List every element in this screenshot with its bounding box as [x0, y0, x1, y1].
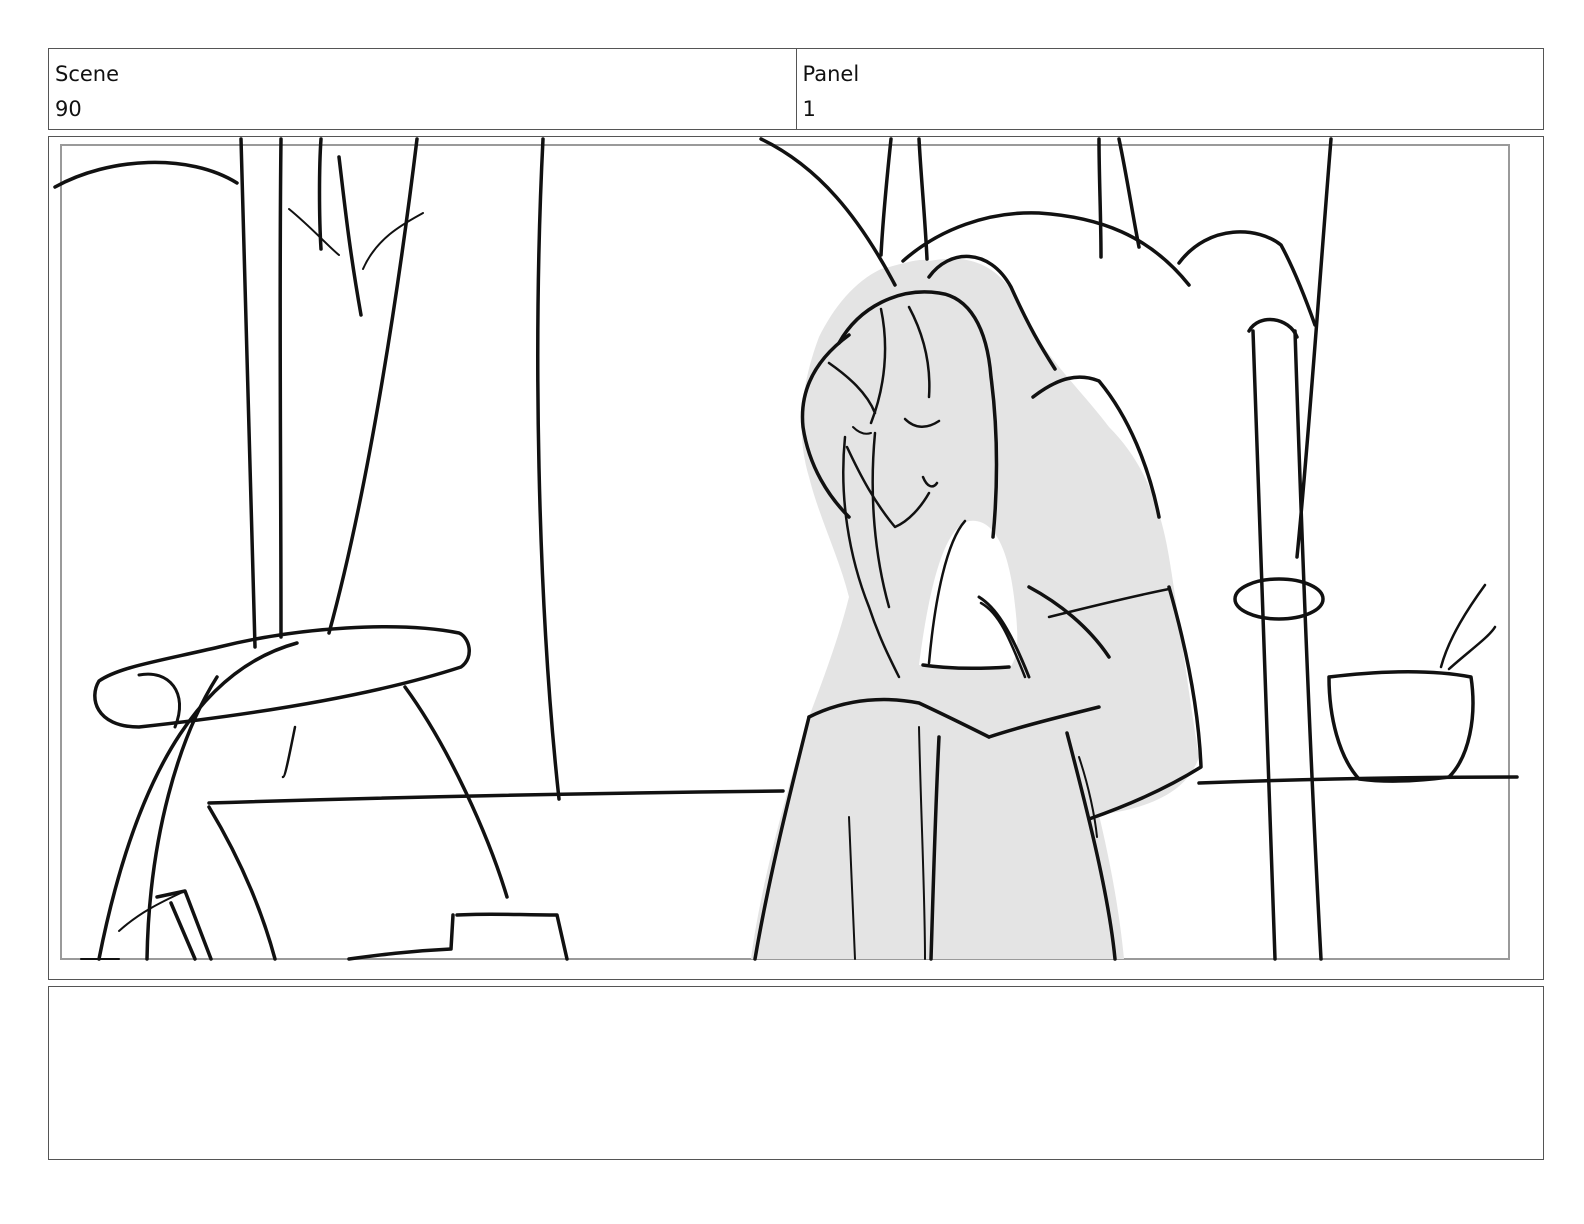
curtain-line: [362, 212, 424, 270]
bench-arm: [93, 625, 471, 729]
bucket-line: [281, 725, 297, 779]
panel-cell: Panel 1: [795, 49, 1544, 129]
curtain-line: [536, 137, 561, 801]
pillar-top: [1247, 317, 1299, 339]
curtain-line: [337, 155, 363, 317]
arch-line: [759, 137, 897, 287]
curtain-line: [1097, 137, 1103, 259]
sketch-artwork: [53, 137, 1519, 961]
panel-label: Panel: [802, 62, 860, 86]
bucket-rim: [455, 912, 569, 961]
bench-end: [137, 672, 182, 729]
storyboard-header: Scene 90 Panel 1: [48, 48, 1544, 130]
curtain-line: [879, 137, 893, 257]
curtain-line: [327, 137, 419, 635]
floor-line: [207, 789, 785, 805]
curtain-line: [288, 208, 340, 256]
curtain-line: [239, 137, 257, 649]
pillar-ring: [1233, 577, 1325, 621]
bush-outline: [1177, 230, 1317, 327]
bucket-line: [207, 805, 277, 961]
curtain-line: [917, 137, 929, 261]
notes-box: [48, 986, 1544, 1160]
bucket-rim: [347, 913, 455, 961]
storyboard-frame: [48, 136, 1544, 980]
scene-label: Scene: [55, 62, 120, 86]
bucket-line: [403, 685, 509, 899]
panel-number: 1: [802, 97, 816, 121]
curtain-line: [278, 137, 283, 639]
scene-number: 90: [55, 97, 82, 121]
curtain-line: [53, 160, 239, 189]
curtain-line: [317, 137, 323, 251]
scene-cell: Scene 90: [49, 49, 796, 129]
bowl-outline: [1327, 670, 1475, 783]
chopstick-line: [1439, 583, 1487, 669]
pillar-line: [1251, 329, 1277, 961]
